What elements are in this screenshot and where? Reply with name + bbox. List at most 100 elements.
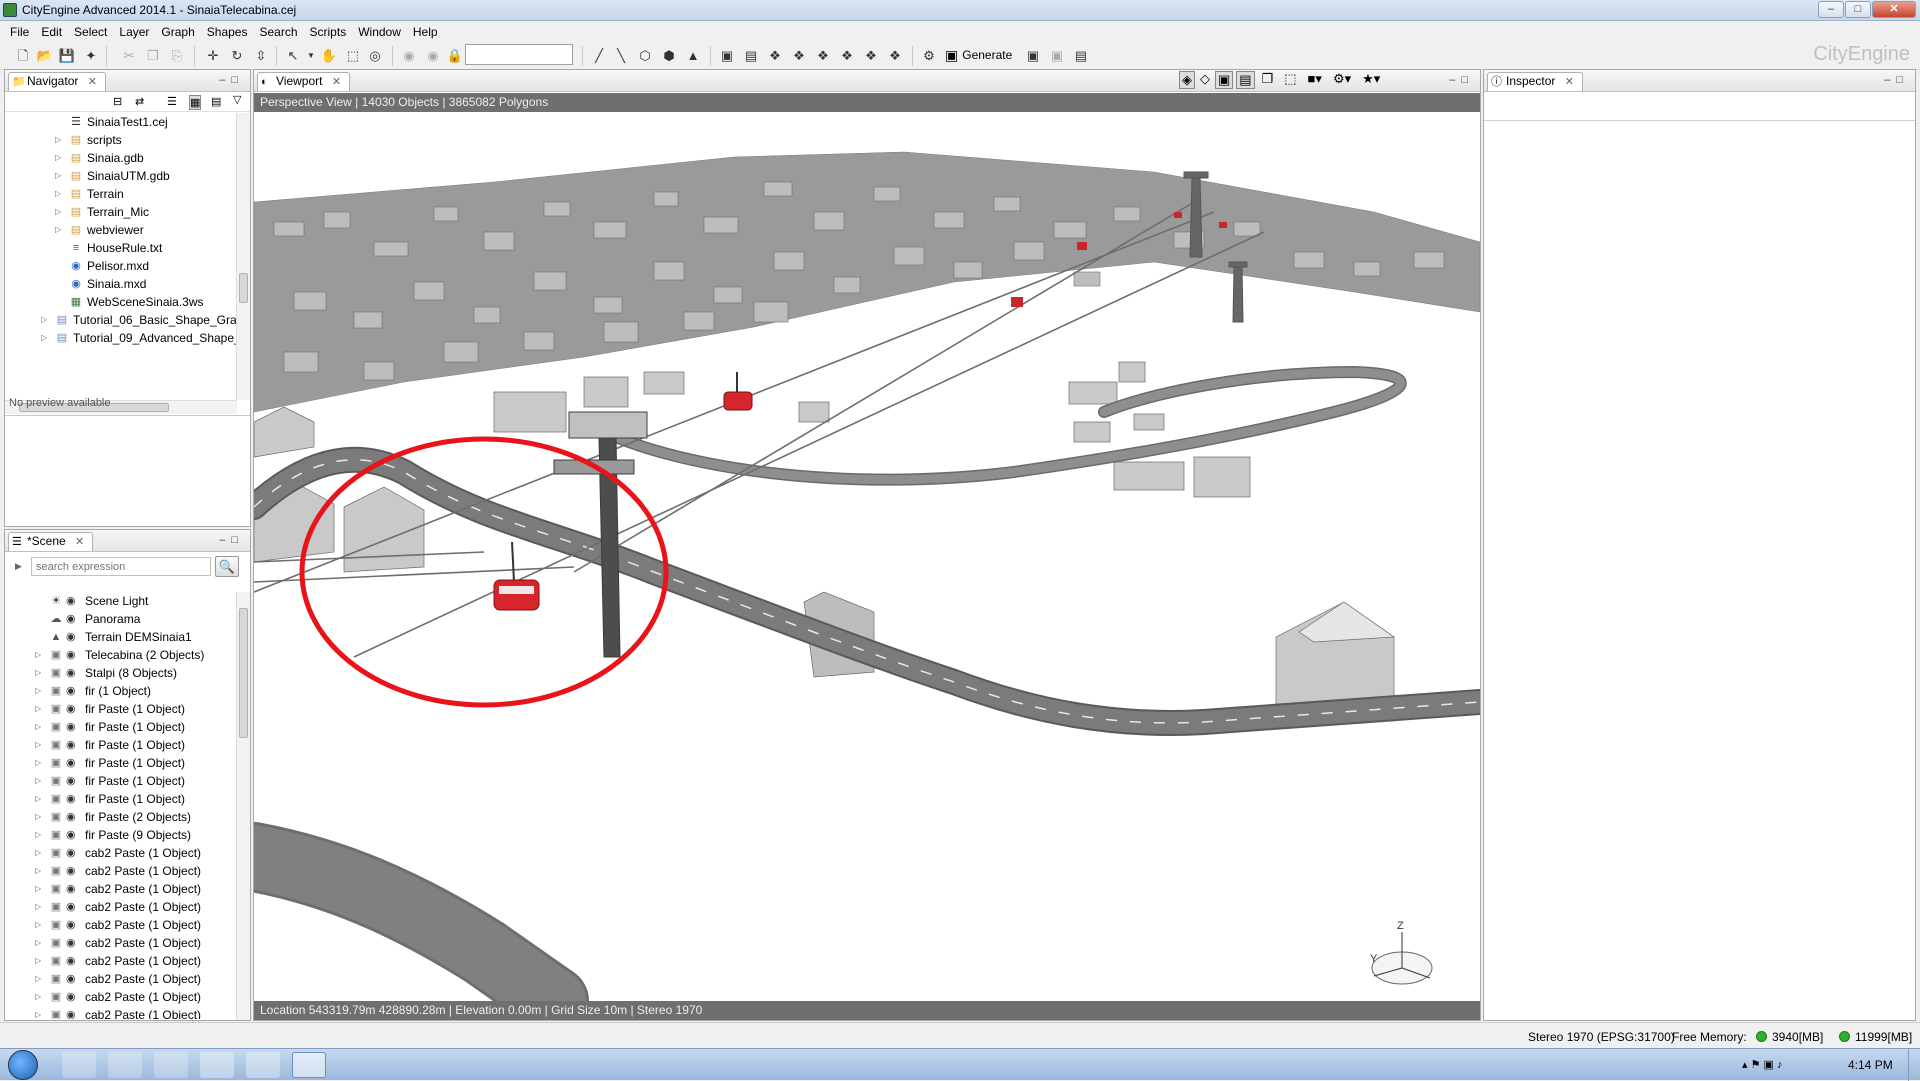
visibility-eye-icon[interactable]: ◉ <box>66 736 80 754</box>
tree-item[interactable]: ☁ ◉ Panorama <box>5 610 236 628</box>
terrain-edit-icon[interactable]: ▲ <box>684 47 702 65</box>
minimize-maximize-icons[interactable]: –□ <box>219 74 244 86</box>
menu-graph[interactable]: Graph <box>155 25 200 39</box>
expand-arrow-icon[interactable]: ▷ <box>35 664 45 682</box>
graph-simplify-icon[interactable]: ❖ <box>790 47 808 65</box>
expand-arrow-icon[interactable]: ▷ <box>35 826 45 844</box>
tab-scene[interactable]: ☰ *Scene ✕ <box>8 532 94 551</box>
tree-item[interactable]: ▷ ▤ webviewer <box>5 221 236 239</box>
visibility-eye-icon[interactable]: ◉ <box>66 646 80 664</box>
frame-all-icon[interactable]: ⬚ <box>1280 71 1300 89</box>
expand-arrow-icon[interactable]: ▷ <box>55 203 65 221</box>
collapse-all-icon[interactable]: ⊟ <box>113 95 122 108</box>
3d-scene-render[interactable]: Z Y <box>254 112 1480 1001</box>
tree-item[interactable]: ▷ ▣ ◉ cab2 Paste (1 Object) <box>5 916 236 934</box>
tree-item[interactable]: ◉ Pelisor.mxd <box>5 257 236 275</box>
visibility-eye-icon[interactable]: ◉ <box>66 628 80 646</box>
expand-arrow-icon[interactable]: ▷ <box>35 880 45 898</box>
taskbar-cityengine-icon[interactable] <box>292 1052 326 1078</box>
tree-item[interactable]: ▷ ▤ Sinaia.gdb <box>5 149 236 167</box>
expand-arrow-icon[interactable]: ▷ <box>35 898 45 916</box>
minimize-maximize-icons[interactable]: –□ <box>219 534 244 546</box>
visibility-eye-icon[interactable]: ◉ <box>66 898 80 916</box>
polygon-edit-icon[interactable]: ⬢ <box>660 47 678 65</box>
visibility-eye-icon[interactable]: ◉ <box>66 988 80 1006</box>
pan-icon[interactable]: ✋ <box>320 47 338 65</box>
close-tab-icon[interactable]: ✕ <box>88 76 97 88</box>
tree-item[interactable]: ▷ ▣ ◉ fir Paste (2 Objects) <box>5 808 236 826</box>
tree-item[interactable]: ▷ ▣ ◉ cab2 Paste (1 Object) <box>5 880 236 898</box>
lighting-icon[interactable]: ▤ <box>1236 71 1255 89</box>
tree-item[interactable]: ▷ ▣ ◉ cab2 Paste (1 Object) <box>5 862 236 880</box>
paste-icon[interactable]: ⎘ <box>168 47 186 65</box>
taskbar-explorer-icon[interactable] <box>108 1052 142 1078</box>
expand-arrow-icon[interactable]: ▷ <box>35 772 45 790</box>
tab-viewport[interactable]: ◐ Viewport ✕ <box>257 72 351 91</box>
tree-item[interactable]: ▷ ▤ scripts <box>5 131 236 149</box>
camera-menu-icon[interactable]: ■▾ <box>1304 71 1326 89</box>
tree-item[interactable]: ▷ ▣ ◉ fir Paste (1 Object) <box>5 736 236 754</box>
expand-arrow-icon[interactable]: ▷ <box>35 988 45 1006</box>
expand-arrow-icon[interactable]: ▷ <box>55 185 65 203</box>
menu-scripts[interactable]: Scripts <box>304 25 353 39</box>
view-mode-icon[interactable]: ▤ <box>211 95 221 108</box>
toolbar-search-input[interactable] <box>465 44 573 65</box>
clock[interactable]: 4:14 PM <box>1848 1058 1893 1072</box>
tree-item[interactable]: ▷ ▣ ◉ cab2 Paste (1 Object) <box>5 988 236 1006</box>
expand-arrow-icon[interactable]: ▷ <box>55 131 65 149</box>
visibility-eye-icon[interactable]: ◉ <box>66 934 80 952</box>
draw-street-icon[interactable]: ╱ <box>590 47 608 65</box>
expand-arrow-icon[interactable]: ▷ <box>35 736 45 754</box>
graph-merge-icon[interactable]: ❖ <box>838 47 856 65</box>
taskbar-search-app-icon[interactable] <box>246 1052 280 1078</box>
menu-search[interactable]: Search <box>253 25 303 39</box>
view-list-icon[interactable]: ☰ <box>167 95 177 108</box>
view-preview-icon[interactable]: ▦ <box>189 95 202 110</box>
expand-arrow-icon[interactable]: ▷ <box>55 167 65 185</box>
visibility-eye-icon[interactable]: ◉ <box>66 700 80 718</box>
rotate-icon[interactable]: ↻ <box>228 47 246 65</box>
graph-align-icon[interactable]: ❖ <box>862 47 880 65</box>
shape-cube-icon[interactable]: ▣ <box>718 47 736 65</box>
tree-item[interactable]: ◉ Sinaia.mxd <box>5 275 236 293</box>
chevron-down-icon[interactable]: ▼ <box>302 47 320 65</box>
save-icon[interactable]: 💾 <box>58 47 76 65</box>
rule-assign-icon[interactable]: ⚙ <box>920 47 938 65</box>
visibility-eye-icon[interactable]: ◉ <box>66 790 80 808</box>
tree-item[interactable]: ▦ WebSceneSinaia.3ws <box>5 293 236 311</box>
visibility-eye-icon[interactable]: ◉ <box>66 844 80 862</box>
tree-item[interactable]: ≡ HouseRule.txt <box>5 239 236 257</box>
minimize-maximize-icons[interactable]: –□ <box>1449 74 1474 86</box>
cut-icon[interactable]: ✂ <box>120 47 138 65</box>
open-folder-icon[interactable]: 📂 <box>36 47 54 65</box>
tree-item[interactable]: ▷ ▣ ◉ cab2 Paste (1 Object) <box>5 898 236 916</box>
bookmark-icon[interactable]: ◉ <box>400 47 418 65</box>
tree-item[interactable]: ▷ ▣ ◉ fir Paste (1 Object) <box>5 700 236 718</box>
menu-window[interactable]: Window <box>352 25 407 39</box>
expand-arrow-icon[interactable]: ▷ <box>35 790 45 808</box>
shading-mode-icon[interactable]: ◇ <box>1198 71 1212 89</box>
expand-arrow-icon[interactable]: ▷ <box>35 808 45 826</box>
expand-arrow-icon[interactable]: ▷ <box>55 221 65 239</box>
tree-item[interactable]: ▷ ▣ ◉ cab2 Paste (1 Object) <box>5 952 236 970</box>
copy-icon[interactable]: ❐ <box>144 47 162 65</box>
visibility-eye-icon[interactable]: ◉ <box>66 664 80 682</box>
close-button[interactable]: ✕ <box>1872 1 1916 18</box>
generate-button[interactable]: ▣ Generate <box>945 46 1012 64</box>
menu-layer[interactable]: Layer <box>113 25 155 39</box>
bookmarks-star-icon[interactable]: ★▾ <box>1358 71 1384 89</box>
expand-arrow-icon[interactable]: ▶ <box>15 561 22 572</box>
select-arrow-icon[interactable]: ↖ <box>284 47 302 65</box>
expand-arrow-icon[interactable]: ▷ <box>35 970 45 988</box>
show-desktop-button[interactable] <box>1908 1049 1920 1081</box>
visibility-eye-icon[interactable]: ◉ <box>66 754 80 772</box>
start-button[interactable] <box>8 1050 38 1080</box>
expand-arrow-icon[interactable]: ▷ <box>35 952 45 970</box>
visibility-eye-icon[interactable]: ◉ <box>66 610 80 628</box>
expand-arrow-icon[interactable]: ▷ <box>35 754 45 772</box>
visibility-eye-icon[interactable]: ◉ <box>66 1006 80 1019</box>
move-icon[interactable]: ✛ <box>204 47 222 65</box>
scene-vscroll[interactable] <box>236 592 250 1020</box>
expand-arrow-icon[interactable]: ▷ <box>35 700 45 718</box>
visibility-eye-icon[interactable]: ◉ <box>66 880 80 898</box>
